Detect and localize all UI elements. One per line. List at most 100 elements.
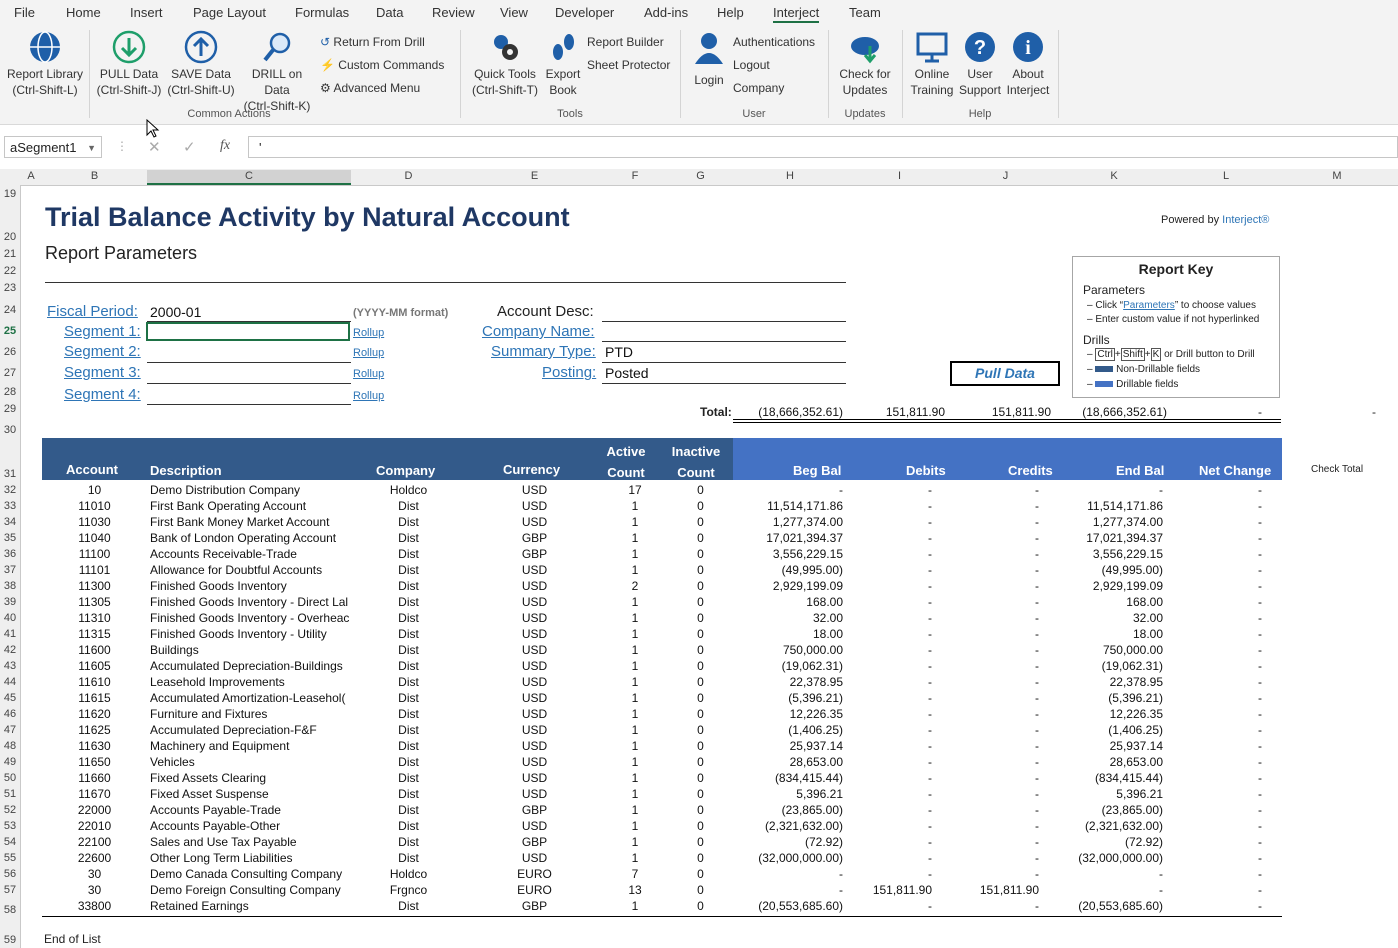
column-header-m[interactable]: M xyxy=(1282,170,1392,182)
row-header-37[interactable]: 37 xyxy=(0,564,20,576)
cell-end-bal[interactable]: 3,556,229.15 xyxy=(1058,547,1163,561)
cell-debits[interactable]: - xyxy=(846,867,932,881)
cell-credits[interactable]: - xyxy=(953,595,1039,609)
cell-end-bal[interactable]: 25,937.14 xyxy=(1058,739,1163,753)
cell-net-change[interactable]: - xyxy=(1170,755,1262,769)
row-header-30[interactable]: 30 xyxy=(0,424,20,436)
cell-beg-bal[interactable]: 18.00 xyxy=(734,627,843,641)
table-row[interactable]: 11040 Bank of London Operating Account Dis… xyxy=(42,531,1398,547)
row-header-48[interactable]: 48 xyxy=(0,740,20,752)
segment1-rollup[interactable]: Rollup xyxy=(353,327,384,339)
cell-debits[interactable]: - xyxy=(846,723,932,737)
cell-net-change[interactable]: - xyxy=(1170,899,1262,913)
cell-debits[interactable]: - xyxy=(846,627,932,641)
table-row[interactable]: 11315 Finished Goods Inventory - Utility D… xyxy=(42,627,1398,643)
cell-debits[interactable]: - xyxy=(846,899,932,913)
cell-end-bal[interactable]: 5,396.21 xyxy=(1058,787,1163,801)
table-row[interactable]: 11600 Buildings Dist USD 1 0 750,000.00- -750,0… xyxy=(42,643,1398,659)
table-row[interactable]: 11615 Accumulated Amortization-Leasehol(D… xyxy=(42,691,1398,707)
row-header-52[interactable]: 52 xyxy=(0,804,20,816)
save-data-button[interactable]: SAVE Data (Ctrl-Shift-U) xyxy=(165,30,237,98)
table-row[interactable]: 11670 Fixed Asset Suspense Dist USD 1 0 5,396.… xyxy=(42,787,1398,803)
table-row[interactable]: 11100 Accounts Receivable-Trade Dist GBP 1 0 3… xyxy=(42,547,1398,563)
tab-page-layout[interactable]: Page Layout xyxy=(193,5,266,20)
report-builder-button[interactable]: Report Builder xyxy=(587,34,664,50)
column-header-g[interactable]: G xyxy=(667,170,734,182)
row-header-19[interactable]: 19 xyxy=(0,188,20,200)
cell-credits[interactable]: - xyxy=(953,515,1039,529)
cell-end-bal[interactable]: 11,514,171.86 xyxy=(1058,499,1163,513)
cell-credits[interactable]: - xyxy=(953,707,1039,721)
cell-debits[interactable]: - xyxy=(846,835,932,849)
cell-credits[interactable]: - xyxy=(953,611,1039,625)
row-header-39[interactable]: 39 xyxy=(0,596,20,608)
table-row[interactable]: 11010 First Bank Operating Account Dist USD… xyxy=(42,499,1398,515)
column-header-j[interactable]: J xyxy=(953,170,1058,182)
cell-end-bal[interactable]: (5,396.21) xyxy=(1058,691,1163,705)
column-header-k[interactable]: K xyxy=(1058,170,1170,182)
cell-debits[interactable]: - xyxy=(846,707,932,721)
cell-net-change[interactable]: - xyxy=(1170,611,1262,625)
row-header-28[interactable]: 28 xyxy=(0,386,20,398)
row-header-23[interactable]: 23 xyxy=(0,282,20,294)
company-name-label[interactable]: Company Name: xyxy=(482,323,595,340)
cell-net-change[interactable]: - xyxy=(1170,851,1262,865)
cell-debits[interactable]: - xyxy=(846,771,932,785)
cell-end-bal[interactable]: 32.00 xyxy=(1058,611,1163,625)
cell-credits[interactable]: - xyxy=(953,771,1039,785)
cell-net-change[interactable]: - xyxy=(1170,627,1262,641)
tab-file[interactable]: File xyxy=(14,5,35,20)
cell-end-bal[interactable]: 2,929,199.09 xyxy=(1058,579,1163,593)
cell-beg-bal[interactable]: (19,062.31) xyxy=(734,659,843,673)
tab-insert[interactable]: Insert xyxy=(130,5,163,20)
row-header-29[interactable]: 29 xyxy=(0,403,20,415)
cell-beg-bal[interactable]: (32,000,000.00) xyxy=(734,851,843,865)
authentications-button[interactable]: Authentications xyxy=(733,34,815,50)
cell-credits[interactable]: - xyxy=(953,739,1039,753)
cell-debits[interactable]: - xyxy=(846,851,932,865)
row-header-58[interactable]: 58 xyxy=(0,904,20,916)
cell-debits[interactable]: - xyxy=(846,803,932,817)
row-header-27[interactable]: 27 xyxy=(0,367,20,379)
formula-input[interactable]: ' xyxy=(248,136,1398,158)
cell-debits[interactable]: - xyxy=(846,819,932,833)
cell-net-change[interactable]: - xyxy=(1170,787,1262,801)
cell-credits[interactable]: - xyxy=(953,867,1039,881)
segment4-rollup[interactable]: Rollup xyxy=(353,390,384,402)
table-row[interactable]: 30 Demo Foreign Consulting Company Frgnco E… xyxy=(42,883,1398,899)
cell-beg-bal[interactable]: - xyxy=(734,867,843,881)
cell-end-bal[interactable]: (834,415.44) xyxy=(1058,771,1163,785)
cell-debits[interactable]: - xyxy=(846,611,932,625)
cell-net-change[interactable]: - xyxy=(1170,707,1262,721)
cell-net-change[interactable]: - xyxy=(1170,739,1262,753)
pull-data-button[interactable]: PULL Data (Ctrl-Shift-J) xyxy=(94,30,164,98)
cell-net-change[interactable]: - xyxy=(1170,499,1262,513)
function-icon[interactable]: fx xyxy=(220,138,230,154)
cell-beg-bal[interactable]: 25,937.14 xyxy=(734,739,843,753)
cell-end-bal[interactable]: 18.00 xyxy=(1058,627,1163,641)
cell-beg-bal[interactable]: 12,226.35 xyxy=(734,707,843,721)
column-header-b[interactable]: B xyxy=(42,170,147,182)
company-button[interactable]: Company xyxy=(733,80,784,96)
table-row[interactable]: 22000 Accounts Payable-Trade Dist GBP 1 0 (23,… xyxy=(42,803,1398,819)
cell-end-bal[interactable]: (20,553,685.60) xyxy=(1058,899,1163,913)
about-interject-button[interactable]: i About Interject xyxy=(1003,30,1053,98)
row-header-51[interactable]: 51 xyxy=(0,788,20,800)
cell-beg-bal[interactable]: 5,396.21 xyxy=(734,787,843,801)
cell-end-bal[interactable]: 750,000.00 xyxy=(1058,643,1163,657)
row-header-32[interactable]: 32 xyxy=(0,484,20,496)
cell-beg-bal[interactable]: 22,378.95 xyxy=(734,675,843,689)
enter-icon[interactable]: ✓ xyxy=(183,138,196,156)
table-row[interactable]: 11625 Accumulated Depreciation-F&F Dist USD… xyxy=(42,723,1398,739)
segment4-label[interactable]: Segment 4: xyxy=(64,386,141,403)
table-row[interactable]: 10 Demo Distribution Company Holdco USD 17 0 -… xyxy=(42,483,1398,499)
report-library-button[interactable]: Report Library (Ctrl-Shift-L) xyxy=(4,30,86,98)
segment2-rollup[interactable]: Rollup xyxy=(353,347,384,359)
login-button[interactable]: Login xyxy=(688,30,730,88)
cell-net-change[interactable]: - xyxy=(1170,515,1262,529)
export-book-button[interactable]: Export Book xyxy=(542,30,584,98)
tab-view[interactable]: View xyxy=(500,5,528,20)
row-header-44[interactable]: 44 xyxy=(0,676,20,688)
cell-debits[interactable]: - xyxy=(846,739,932,753)
pull-data-sheet-button[interactable]: Pull Data xyxy=(950,361,1060,386)
